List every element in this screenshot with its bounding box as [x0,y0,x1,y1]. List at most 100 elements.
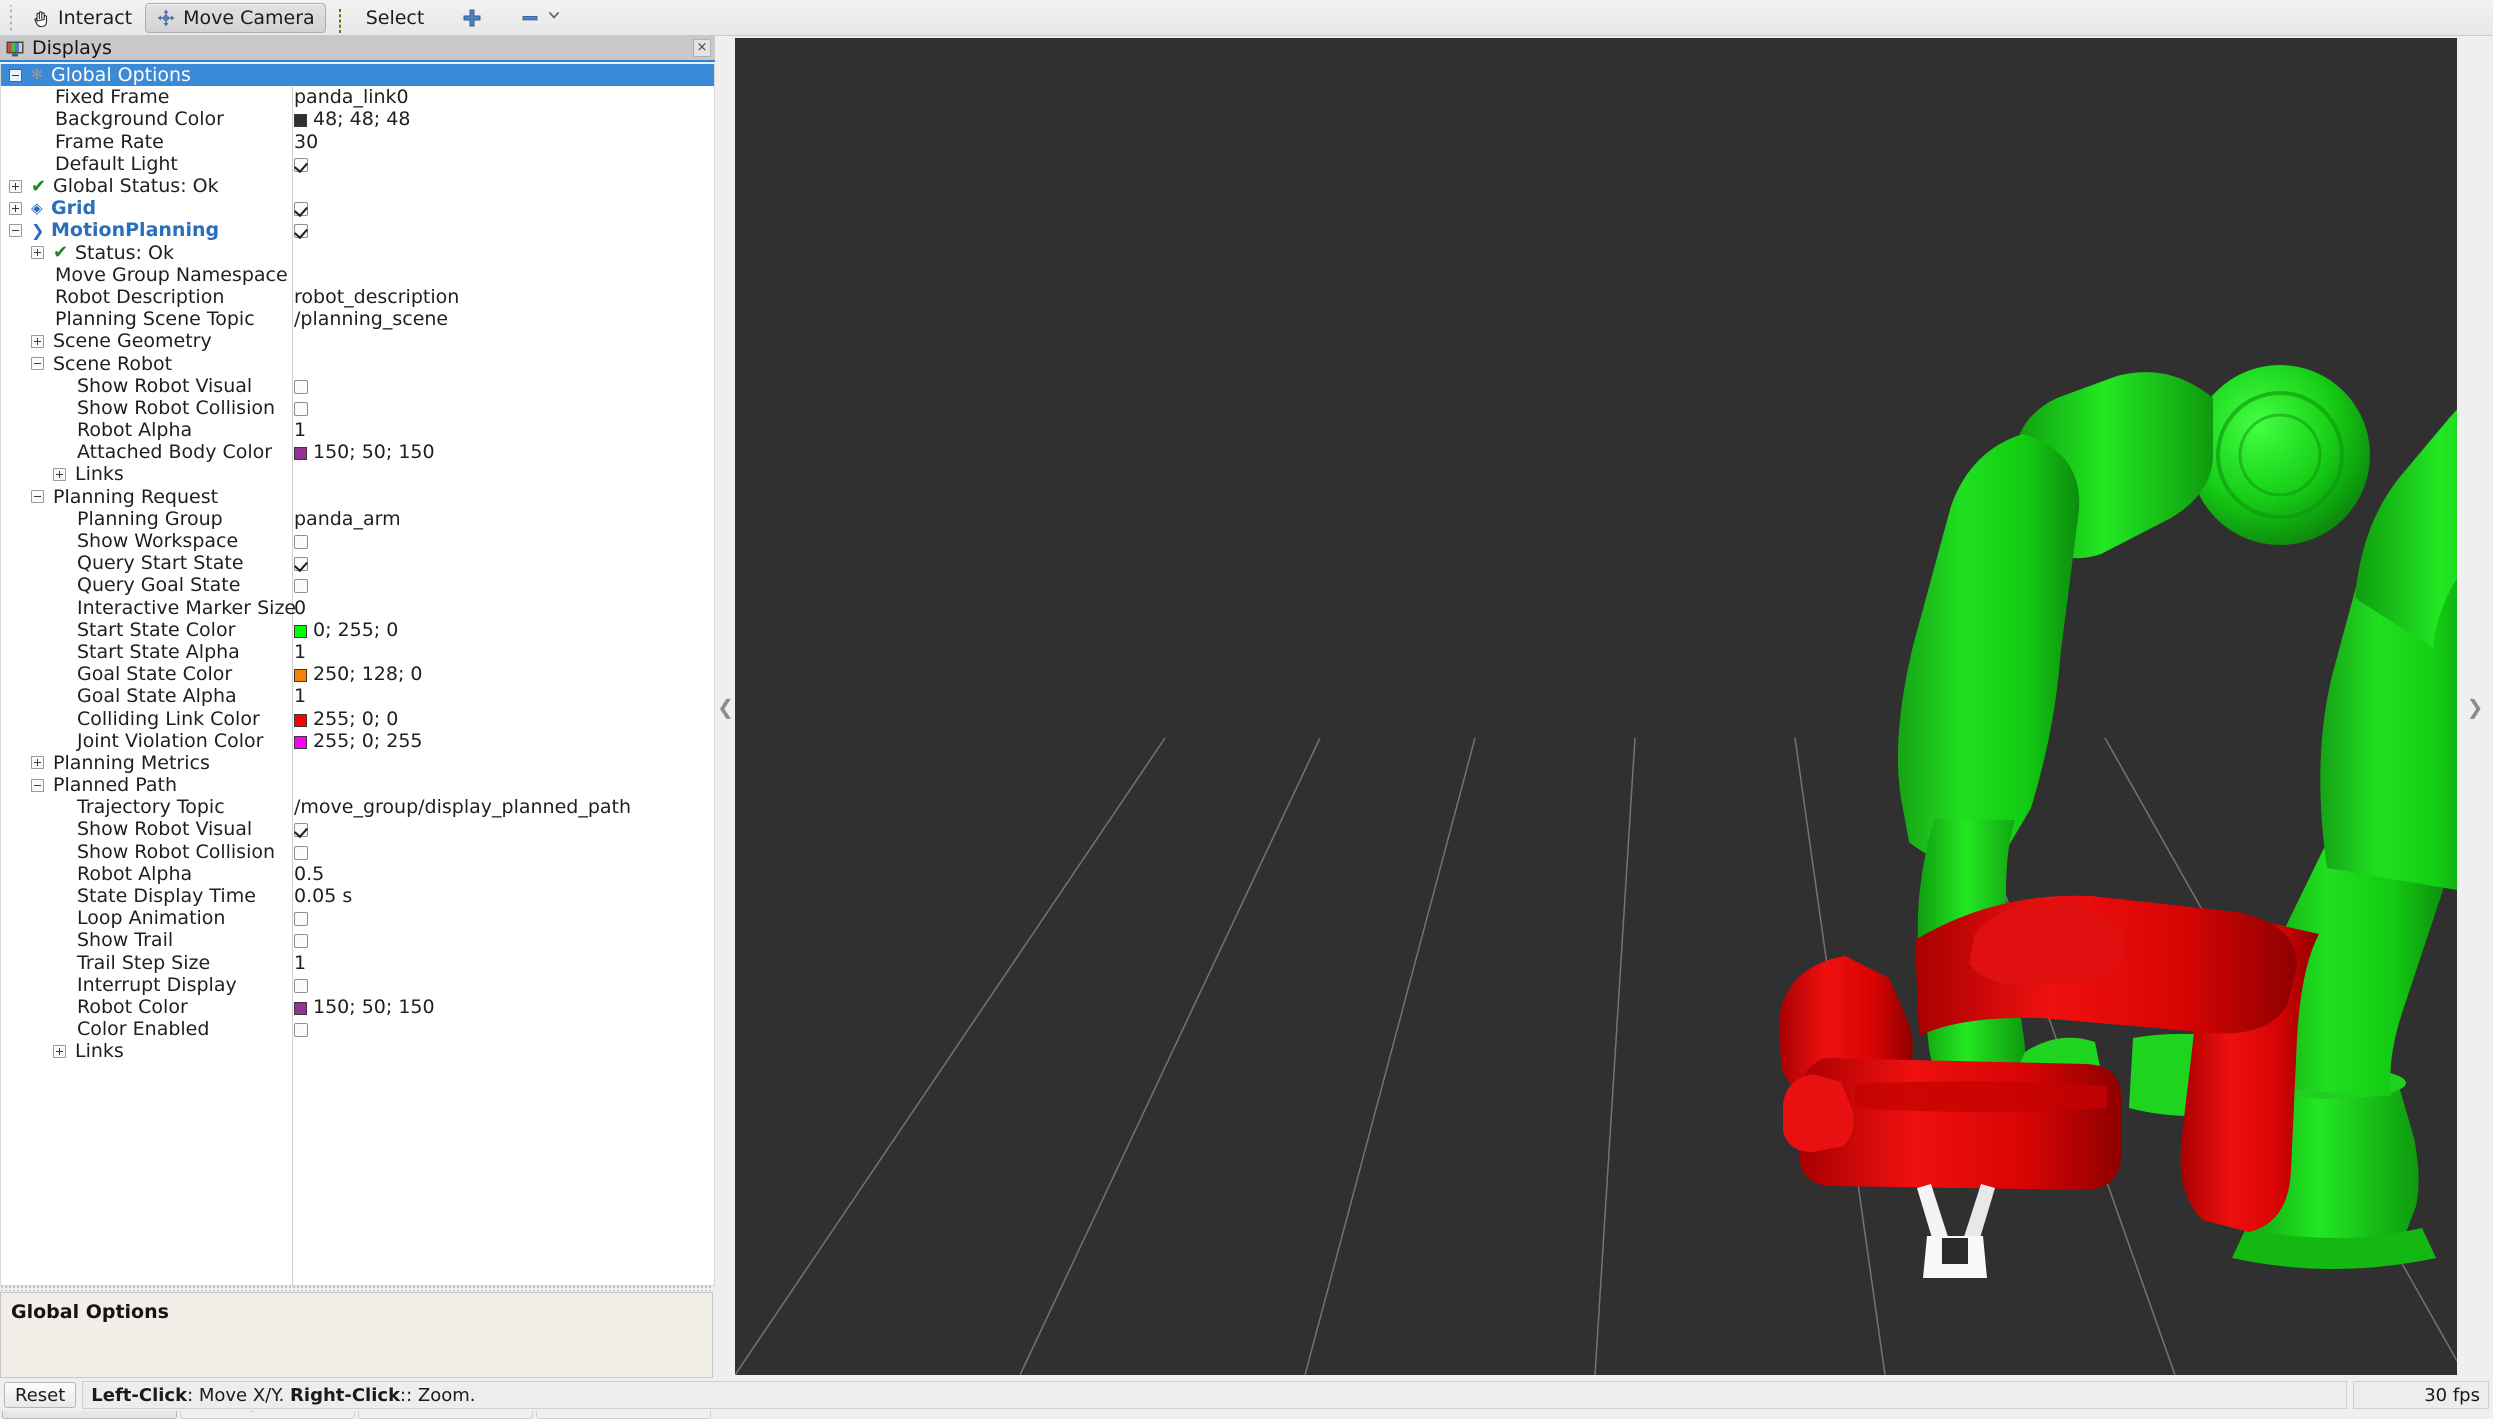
tree-row-scene-robot-alpha[interactable]: Robot Alpha1 [1,419,714,441]
tree-value-robot-description[interactable]: robot_description [294,286,459,308]
tree-row-pp-show-robot-collision[interactable]: Show Robot Collision [1,841,714,863]
checkbox-pp-show-robot-collision[interactable] [294,846,308,860]
rviz-3d-viewport[interactable] [735,38,2457,1375]
tree-value-scene-show-robot-collision[interactable] [294,397,308,419]
toolbar-drag-handle[interactable] [6,5,16,31]
tree-row-grid[interactable]: ◈Grid [1,197,714,219]
tree-expander-scene-robot-links[interactable] [53,468,66,481]
tree-value-query-start-state[interactable] [294,552,308,574]
tree-row-planned-path[interactable]: Planned Path [1,774,714,796]
tree-expander-motion-planning[interactable] [9,224,22,237]
tree-row-motion-planning[interactable]: ❯MotionPlanning [1,219,714,241]
tree-row-goal-state-alpha[interactable]: Goal State Alpha1 [1,685,714,707]
tree-value-show-trail[interactable] [294,929,308,951]
tree-row-start-state-color[interactable]: Start State Color0; 255; 0 [1,619,714,641]
tree-value-show-workspace[interactable] [294,530,308,552]
tree-row-scene-show-robot-visual[interactable]: Show Robot Visual [1,375,714,397]
tree-row-loop-animation[interactable]: Loop Animation [1,907,714,929]
tree-row-start-state-alpha[interactable]: Start State Alpha1 [1,641,714,663]
color-swatch-start-state-color[interactable] [294,625,307,638]
tree-value-robot-color[interactable]: 150; 50; 150 [294,996,435,1018]
tree-value-planning-scene-topic[interactable]: /planning_scene [294,308,448,330]
tree-row-fixed-frame[interactable]: Fixed Framepanda_link0 [1,86,714,108]
tree-expander-grid[interactable] [9,202,22,215]
remove-tool-button[interactable] [509,3,572,33]
tree-value-start-state-color[interactable]: 0; 255; 0 [294,619,398,641]
tree-expander-scene-robot[interactable] [31,357,44,370]
tree-row-joint-violation-color[interactable]: Joint Violation Color255; 0; 255 [1,730,714,752]
tree-value-pp-show-robot-collision[interactable] [294,841,308,863]
tree-value-trail-step-size[interactable]: 1 [294,952,306,974]
checkbox-query-start-state[interactable] [294,557,308,571]
tree-expander-pp-links[interactable] [53,1045,66,1058]
color-swatch-background-color[interactable] [294,114,307,127]
tree-row-trail-step-size[interactable]: Trail Step Size1 [1,952,714,974]
tree-expander-scene-geometry[interactable] [31,335,44,348]
checkbox-show-workspace[interactable] [294,535,308,549]
chevron-left-icon[interactable]: ❮ [717,695,734,719]
tree-row-colliding-link-color[interactable]: Colliding Link Color255; 0; 0 [1,707,714,729]
checkbox-interrupt-display[interactable] [294,979,308,993]
tree-value-interactive-marker-size[interactable]: 0 [294,597,306,619]
checkbox-grid[interactable] [294,202,308,216]
tree-value-frame-rate[interactable]: 30 [294,131,318,153]
tree-expander-mp-status[interactable] [31,246,44,259]
tree-row-query-goal-state[interactable]: Query Goal State [1,574,714,596]
tree-expander-global-options[interactable] [9,69,22,82]
tree-row-robot-description[interactable]: Robot Descriptionrobot_description [1,286,714,308]
tree-value-pp-robot-alpha[interactable]: 0.5 [294,863,324,885]
tree-row-pp-show-robot-visual[interactable]: Show Robot Visual [1,818,714,840]
tree-value-attached-body-color[interactable]: 150; 50; 150 [294,441,435,463]
tree-row-move-group-namespace[interactable]: Move Group Namespace [1,264,714,286]
right-panel-collapse-splitter[interactable]: ❯ [2457,38,2493,1375]
tree-row-planning-request[interactable]: Planning Request [1,486,714,508]
color-swatch-joint-violation-color[interactable] [294,736,307,749]
reset-button[interactable]: Reset [4,1382,76,1408]
tree-row-interactive-marker-size[interactable]: Interactive Marker Size0 [1,597,714,619]
tree-expander-planning-request[interactable] [31,490,44,503]
tree-value-colliding-link-color[interactable]: 255; 0; 0 [294,708,398,730]
tree-row-goal-state-color[interactable]: Goal State Color250; 128; 0 [1,663,714,685]
tree-row-trajectory-topic[interactable]: Trajectory Topic/move_group/display_plan… [1,796,714,818]
tree-value-background-color[interactable]: 48; 48; 48 [294,108,410,130]
tree-row-scene-robot-links[interactable]: Links [1,463,714,485]
tree-row-state-display-time[interactable]: State Display Time0.05 s [1,885,714,907]
tree-row-default-light[interactable]: Default Light [1,153,714,175]
tree-expander-global-status[interactable] [9,180,22,193]
tree-value-motion-planning[interactable] [294,219,308,241]
checkbox-pp-show-robot-visual[interactable] [294,823,308,837]
description-splitter[interactable] [0,1285,713,1291]
tree-value-fixed-frame[interactable]: panda_link0 [294,86,409,108]
color-swatch-colliding-link-color[interactable] [294,714,307,727]
tree-row-pp-links[interactable]: Links [1,1040,714,1062]
tree-row-global-options[interactable]: ✻Global Options [1,64,714,86]
tree-row-interrupt-display[interactable]: Interrupt Display [1,974,714,996]
chevron-right-icon[interactable]: ❯ [2467,695,2484,719]
tree-expander-planned-path[interactable] [31,779,44,792]
tree-row-show-trail[interactable]: Show Trail [1,929,714,951]
tree-row-global-status[interactable]: ✔Global Status: Ok [1,175,714,197]
tree-value-query-goal-state[interactable] [294,574,308,596]
tree-value-grid[interactable] [294,197,308,219]
tree-row-show-workspace[interactable]: Show Workspace [1,530,714,552]
checkbox-scene-show-robot-visual[interactable] [294,380,308,394]
checkbox-motion-planning[interactable] [294,224,308,238]
tool-move-camera-button[interactable]: Move Camera [145,3,326,33]
checkbox-color-enabled[interactable] [294,1023,308,1037]
tree-row-scene-show-robot-collision[interactable]: Show Robot Collision [1,397,714,419]
color-swatch-attached-body-color[interactable] [294,447,307,460]
tree-value-interrupt-display[interactable] [294,974,308,996]
tree-row-mp-status[interactable]: ✔Status: Ok [1,242,714,264]
tree-value-trajectory-topic[interactable]: /move_group/display_planned_path [294,796,631,818]
checkbox-scene-show-robot-collision[interactable] [294,402,308,416]
tree-value-default-light[interactable] [294,153,308,175]
tree-row-scene-geometry[interactable]: Scene Geometry [1,330,714,352]
close-icon[interactable]: × [693,39,711,57]
tree-value-scene-show-robot-visual[interactable] [294,375,308,397]
tree-row-robot-color[interactable]: Robot Color150; 50; 150 [1,996,714,1018]
tree-value-joint-violation-color[interactable]: 255; 0; 255 [294,730,423,752]
tree-row-color-enabled[interactable]: Color Enabled [1,1018,714,1040]
color-swatch-robot-color[interactable] [294,1002,307,1015]
chevron-down-icon[interactable] [547,8,561,28]
tree-value-pp-show-robot-visual[interactable] [294,818,308,840]
